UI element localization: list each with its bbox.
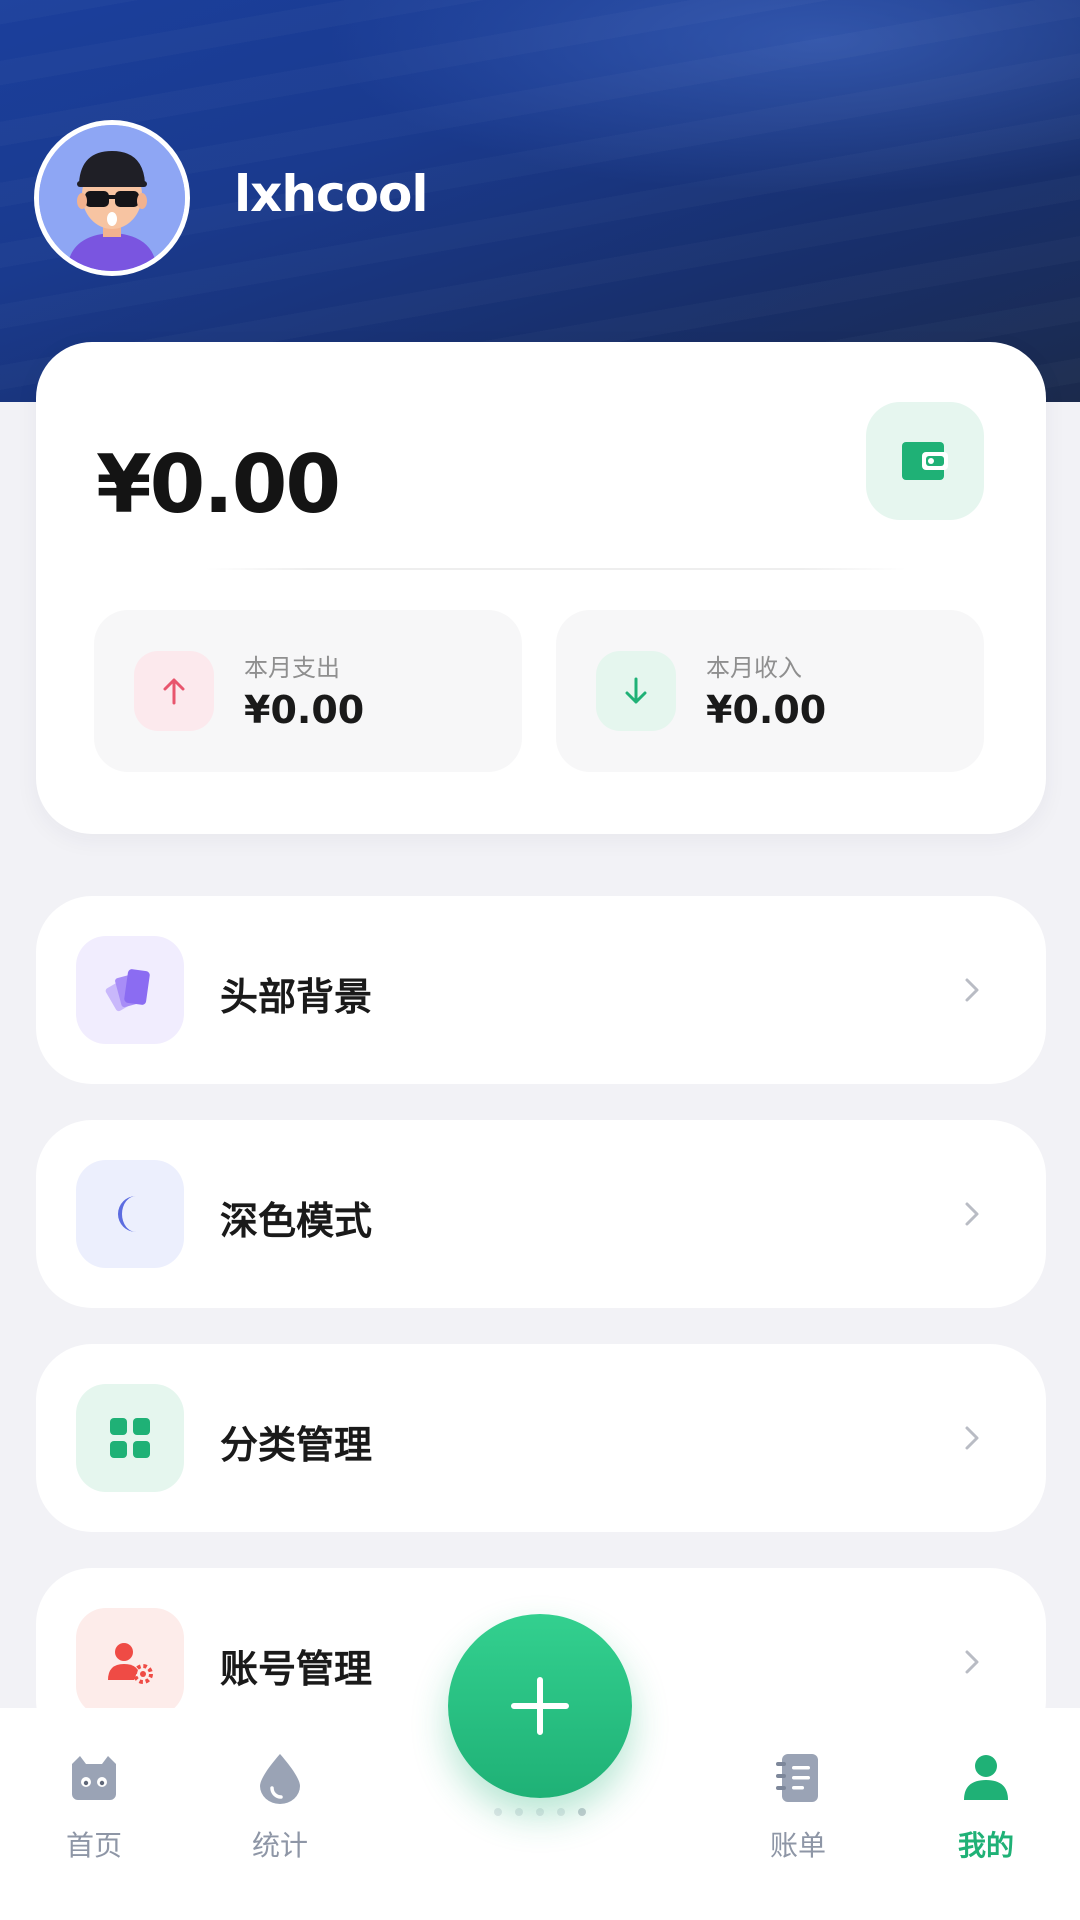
nav-item-mine[interactable]: 我的 xyxy=(906,1744,1066,1884)
drop-icon xyxy=(260,1754,300,1804)
menu-label: 分类管理 xyxy=(220,1423,373,1467)
menu-icon-badge xyxy=(76,1608,184,1716)
menu-label: 头部背景 xyxy=(220,975,373,1019)
expense-icon-badge xyxy=(134,651,214,731)
chevron-right-icon xyxy=(965,1426,979,1450)
arrow-down-icon xyxy=(625,677,647,704)
nav-label: 账单 xyxy=(769,1829,826,1862)
person-icon xyxy=(964,1755,1008,1800)
profile-page: lxhcool ¥0.00 本月支出 ¥0.00 本月收入 ¥0.00 头部背景… xyxy=(0,0,1080,1920)
page-indicator xyxy=(494,1806,586,1818)
user-settings-icon xyxy=(108,1643,153,1684)
monthly-income-box[interactable]: 本月收入 ¥0.00 xyxy=(556,610,984,772)
nav-label: 首页 xyxy=(65,1829,122,1862)
add-record-button[interactable] xyxy=(448,1614,632,1798)
nav-label: 我的 xyxy=(957,1829,1014,1862)
monthly-expense-box[interactable]: 本月支出 ¥0.00 xyxy=(94,610,522,772)
expense-value: ¥0.00 xyxy=(244,688,365,732)
menu-icon-badge xyxy=(76,1160,184,1268)
page-dot xyxy=(536,1808,544,1816)
menu-item-header-background[interactable]: 头部背景 xyxy=(36,896,1046,1084)
menu-item-dark-mode[interactable]: 深色模式 xyxy=(36,1120,1046,1308)
username: lxhcool xyxy=(234,165,428,223)
page-dot-active xyxy=(578,1808,586,1816)
page-dot xyxy=(515,1808,523,1816)
home-cat-icon xyxy=(72,1756,116,1800)
menu-label: 账号管理 xyxy=(220,1647,373,1691)
notebook-icon xyxy=(776,1754,818,1802)
nav-item-home[interactable]: 首页 xyxy=(14,1744,174,1884)
income-label: 本月收入 xyxy=(706,654,802,682)
palette-cards-icon xyxy=(105,969,150,1012)
page-dot xyxy=(557,1808,565,1816)
menu-icon-badge xyxy=(76,936,184,1044)
nav-item-bills[interactable]: 账单 xyxy=(718,1744,878,1884)
cartoon-avatar-icon xyxy=(39,125,185,271)
plus-icon xyxy=(511,1677,569,1735)
avatar[interactable] xyxy=(34,120,190,276)
divider xyxy=(206,568,906,570)
chevron-right-icon xyxy=(965,978,979,1002)
menu-label: 深色模式 xyxy=(220,1199,373,1243)
moon-icon xyxy=(117,1196,136,1232)
income-value: ¥0.00 xyxy=(706,688,827,732)
nav-label: 统计 xyxy=(251,1829,308,1862)
balance-card: ¥0.00 本月支出 ¥0.00 本月收入 ¥0.00 xyxy=(36,342,1046,834)
chevron-right-icon xyxy=(965,1202,979,1226)
expense-label: 本月支出 xyxy=(244,654,340,682)
income-icon-badge xyxy=(596,651,676,731)
menu-item-category-management[interactable]: 分类管理 xyxy=(36,1344,1046,1532)
chevron-right-icon xyxy=(965,1650,979,1674)
wallet-button[interactable] xyxy=(866,402,984,520)
menu-icon-badge xyxy=(76,1384,184,1492)
balance-amount: ¥0.00 xyxy=(96,438,341,531)
nav-item-statistics[interactable]: 统计 xyxy=(200,1744,360,1884)
wallet-icon xyxy=(902,442,948,480)
grid-icon xyxy=(110,1418,150,1458)
page-dot xyxy=(494,1808,502,1816)
arrow-up-icon xyxy=(163,678,185,705)
